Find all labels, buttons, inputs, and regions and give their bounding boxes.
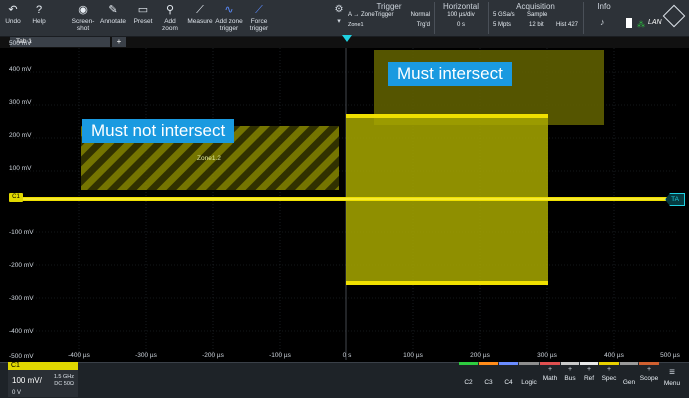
x-tick: 500 µs: [660, 352, 680, 359]
channel-name: C1: [8, 362, 78, 370]
y-tick: -200 mV: [9, 262, 34, 269]
bus-button[interactable]: + Bus: [561, 362, 579, 397]
x-tick: -100 µs: [269, 352, 291, 359]
channel-bandwidth-block: 1.5 GHz DC 50Ω: [53, 374, 74, 387]
spec-button[interactable]: + Spec: [599, 362, 619, 397]
channel-1-card[interactable]: C1 100 mV/ 1.5 GHz DC 50Ω 0 V: [8, 362, 78, 397]
gen-button[interactable]: Gen: [620, 362, 638, 397]
annotation-must-not-intersect[interactable]: Must not intersect: [82, 119, 235, 143]
c2-button[interactable]: C2: [459, 362, 478, 397]
waveform-display[interactable]: [0, 0, 689, 397]
y-tick: -300 mV: [9, 295, 34, 302]
x-tick: -200 µs: [202, 352, 224, 359]
channel-1-marker[interactable]: C1: [9, 193, 23, 202]
trigger-position-marker[interactable]: [342, 35, 352, 42]
menu-button[interactable]: ≡ Menu: [660, 362, 684, 397]
channel-offset: 0 V: [12, 390, 22, 396]
x-tick: 200 µs: [470, 352, 490, 359]
channel-scale: 100 mV/: [12, 376, 42, 385]
y-tick: 200 mV: [9, 132, 32, 139]
ref-button[interactable]: + Ref: [580, 362, 598, 397]
y-tick: 400 mV: [9, 66, 32, 73]
x-tick: -400 µs: [68, 352, 90, 359]
logic-button[interactable]: Logic: [519, 362, 539, 397]
annotation-must-intersect[interactable]: Must intersect: [388, 62, 512, 86]
x-tick: 400 µs: [604, 352, 624, 359]
x-tick: -300 µs: [135, 352, 157, 359]
x-tick: 300 µs: [537, 352, 557, 359]
x-tick: 0 s: [342, 352, 352, 359]
scope-button[interactable]: + Scope: [639, 362, 659, 397]
math-button[interactable]: + Math: [540, 362, 560, 397]
y-tick: 300 mV: [9, 99, 32, 106]
c4-button[interactable]: C4: [499, 362, 518, 397]
y-tick: 500 mV: [9, 40, 32, 47]
y-tick: -500 mV: [9, 353, 34, 360]
y-tick: -400 mV: [9, 328, 34, 335]
y-tick: -100 mV: [9, 229, 34, 236]
c3-button[interactable]: C3: [479, 362, 498, 397]
y-tick: 100 mV: [9, 165, 32, 172]
zone-label: Zone1.2: [197, 155, 221, 162]
hamburger-icon: ≡: [669, 367, 675, 378]
x-tick: 100 µs: [403, 352, 423, 359]
